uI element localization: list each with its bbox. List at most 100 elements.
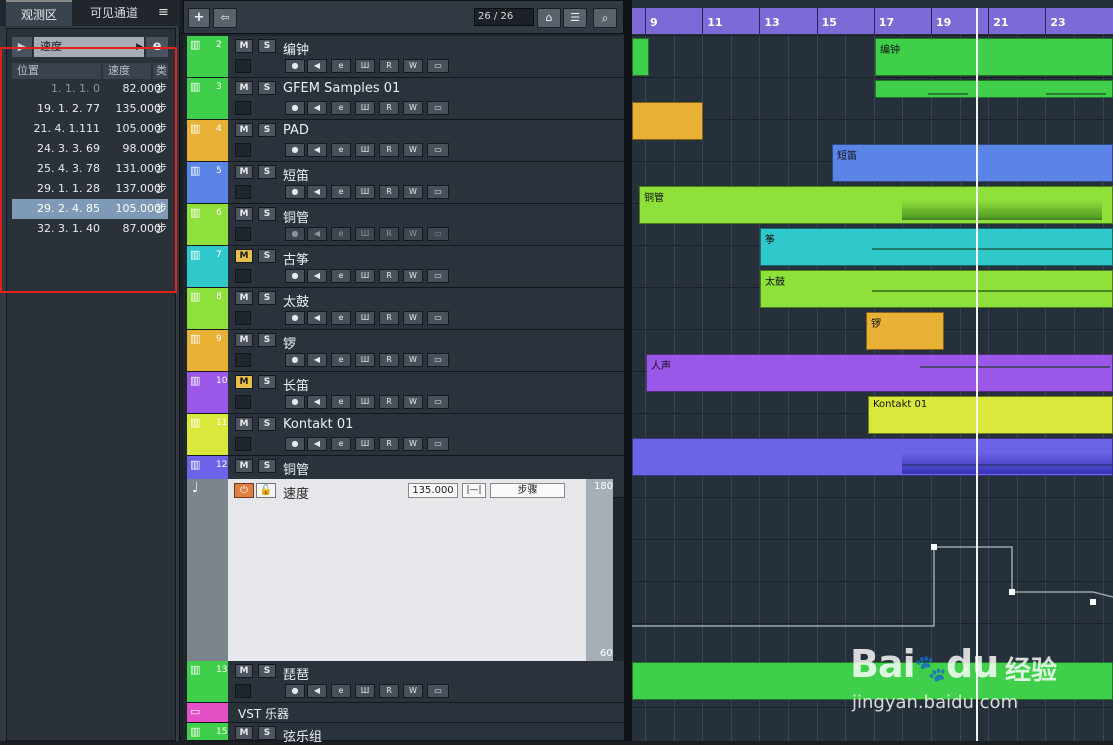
edit-button[interactable]: e [331, 437, 351, 451]
solo-button[interactable]: S [258, 249, 276, 263]
arrange-area[interactable]: 编钟 短笛 铜管筝太鼓锣人声 Kontakt 01 [632, 0, 1113, 741]
write-button[interactable]: W [403, 143, 423, 157]
read-button[interactable]: R [379, 101, 399, 115]
solo-button[interactable]: S [258, 333, 276, 347]
mute-button[interactable]: M [235, 39, 253, 53]
solo-button[interactable]: S [258, 375, 276, 389]
track-row[interactable]: ▥ 2 M S 编钟 ● ◀ e Ш R W ▭ [187, 36, 624, 78]
tempo-curve[interactable] [632, 479, 1113, 661]
track-checkbox[interactable] [235, 101, 251, 115]
track-checkbox[interactable] [235, 143, 251, 157]
instrument-button[interactable]: Ш [355, 353, 375, 367]
monitor-button[interactable]: ◀ [307, 143, 327, 157]
record-button[interactable]: ● [285, 395, 305, 409]
list-icon[interactable]: ☰ [563, 8, 587, 28]
more-button[interactable]: ▭ [427, 143, 449, 157]
clip-event[interactable]: 筝 [760, 228, 1113, 266]
solo-button[interactable]: S [258, 664, 276, 678]
record-button[interactable]: ● [285, 143, 305, 157]
edit-button[interactable]: e [331, 395, 351, 409]
instrument-button[interactable]: Ш [355, 185, 375, 199]
more-button[interactable]: ▭ [427, 227, 449, 241]
folder-icon[interactable]: ⇦ [213, 8, 237, 28]
mute-button[interactable]: M [235, 207, 253, 221]
read-button[interactable]: R [379, 143, 399, 157]
tempo-value-field[interactable]: 135.000 [408, 483, 458, 498]
track-row[interactable]: ▥ 8 M S 太鼓 ● ◀ e Ш R W ▭ [187, 288, 624, 330]
record-button[interactable]: ● [285, 185, 305, 199]
instrument-button[interactable]: Ш [355, 684, 375, 698]
splitter[interactable] [624, 0, 632, 741]
more-button[interactable]: ▭ [427, 353, 449, 367]
track-row[interactable]: ▥ 5 M S 短笛 ● ◀ e Ш R W ▭ [187, 162, 624, 204]
more-button[interactable]: ▭ [427, 684, 449, 698]
instrument-button[interactable]: Ш [355, 395, 375, 409]
track-row[interactable]: ▥ 13 M S 琵琶 ● ◀ e Ш R W ▭ [187, 661, 624, 703]
track-checkbox[interactable] [235, 311, 251, 325]
mute-button[interactable]: M [235, 81, 253, 95]
track-checkbox[interactable] [235, 353, 251, 367]
clip-event[interactable]: 人声 [646, 354, 1113, 392]
clip-event[interactable]: 锣 [866, 312, 944, 350]
write-button[interactable]: W [403, 185, 423, 199]
search-icon[interactable]: ⌕ [593, 8, 617, 28]
edit-button[interactable]: e [331, 311, 351, 325]
mute-button[interactable]: M [235, 417, 253, 431]
tempo-point[interactable] [1090, 599, 1096, 605]
track-row[interactable]: ▥ 11 M S Kontakt 01 ● ◀ e Ш R W ▭ [187, 414, 624, 456]
visibility-icon[interactable]: ⌂ [537, 8, 561, 28]
more-button[interactable]: ▭ [427, 437, 449, 451]
monitor-button[interactable]: ◀ [307, 227, 327, 241]
track-row[interactable]: ▥ 6 M S 铜管 ● ◀ e Ш R W ▭ [187, 204, 624, 246]
monitor-button[interactable]: ◀ [307, 353, 327, 367]
solo-button[interactable]: S [258, 39, 276, 53]
tab-visible-channels[interactable]: 可见通道 [76, 0, 152, 26]
mute-button[interactable]: M [235, 375, 253, 389]
edit-button[interactable]: e [331, 101, 351, 115]
track-row[interactable]: ▥ 10 M S 长笛 ● ◀ e Ш R W ▭ [187, 372, 624, 414]
more-button[interactable]: ▭ [427, 59, 449, 73]
clip-event[interactable]: 短笛 [832, 144, 1113, 182]
edit-button[interactable]: e [331, 269, 351, 283]
tempo-mode-select[interactable]: 步骤 [490, 483, 565, 498]
instrument-button[interactable]: Ш [355, 437, 375, 451]
record-button[interactable]: ● [285, 101, 305, 115]
record-button[interactable]: ● [285, 59, 305, 73]
track-row[interactable]: ▥ 9 M S 锣 ● ◀ e Ш R W ▭ [187, 330, 624, 372]
mute-button[interactable]: M [235, 459, 253, 473]
tempo-point[interactable] [931, 544, 937, 550]
record-button[interactable]: ● [285, 437, 305, 451]
edit-button[interactable]: e [331, 59, 351, 73]
solo-button[interactable]: S [258, 291, 276, 305]
clip-event[interactable]: Kontakt 01 [868, 396, 1113, 434]
solo-button[interactable]: S [258, 459, 276, 473]
more-button[interactable]: ▭ [427, 311, 449, 325]
solo-button[interactable]: S [258, 207, 276, 221]
write-button[interactable]: W [403, 684, 423, 698]
edit-button[interactable]: e [331, 185, 351, 199]
edit-button[interactable]: e [331, 353, 351, 367]
instrument-button[interactable]: Ш [355, 101, 375, 115]
solo-button[interactable]: S [258, 165, 276, 179]
tempo-point[interactable] [1009, 589, 1015, 595]
mute-button[interactable]: M [235, 333, 253, 347]
monitor-button[interactable]: ◀ [307, 395, 327, 409]
read-button[interactable]: R [379, 59, 399, 73]
monitor-button[interactable]: ◀ [307, 101, 327, 115]
record-button[interactable]: ● [285, 311, 305, 325]
track-checkbox[interactable] [235, 227, 251, 241]
mute-button[interactable]: M [235, 291, 253, 305]
mute-button[interactable]: M [235, 726, 253, 740]
track-row[interactable]: ▥ 4 M S PAD ● ◀ e Ш R W ▭ [187, 120, 624, 162]
instrument-button[interactable]: Ш [355, 269, 375, 283]
read-button[interactable]: R [379, 269, 399, 283]
track-row[interactable]: ▥ 3 M S GFEM Samples 01 ● ◀ e Ш R W ▭ [187, 78, 624, 120]
instrument-button[interactable]: Ш [355, 59, 375, 73]
edit-button[interactable]: e [331, 684, 351, 698]
read-button[interactable]: R [379, 227, 399, 241]
solo-button[interactable]: S [258, 81, 276, 95]
write-button[interactable]: W [403, 395, 423, 409]
clip-event[interactable] [632, 102, 703, 140]
record-button[interactable]: ● [285, 353, 305, 367]
track-checkbox[interactable] [235, 59, 251, 73]
